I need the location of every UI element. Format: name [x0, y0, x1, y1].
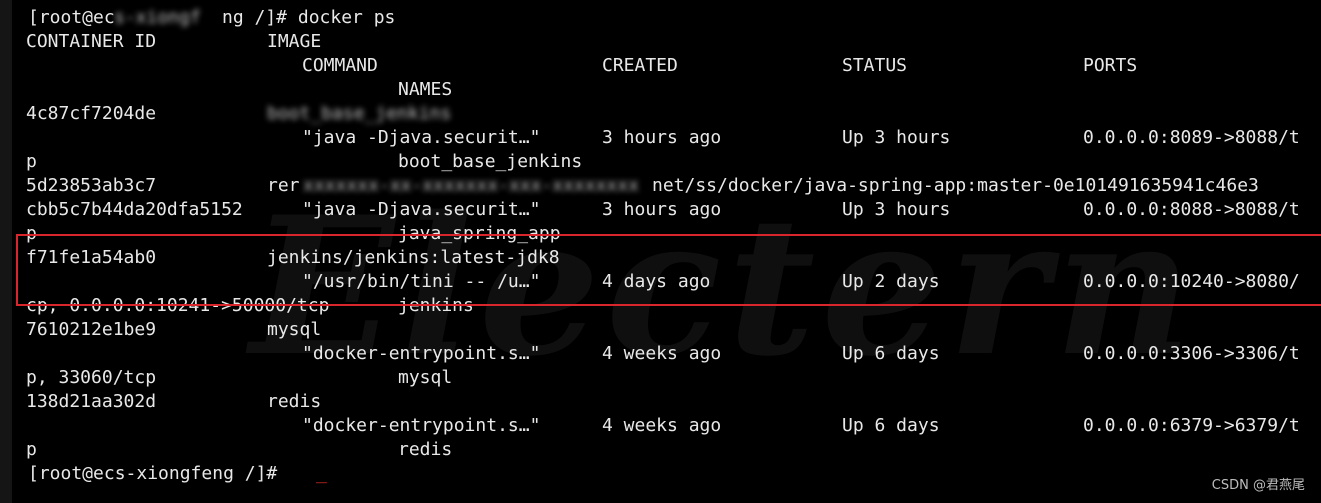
- container-names: redis: [398, 439, 453, 460]
- container-names: boot_base_jenkins: [398, 151, 583, 172]
- table-row: p boot_base_jenkins: [26, 150, 582, 174]
- container-ports-wrap: p: [26, 223, 37, 244]
- container-created: 4 weeks ago: [602, 415, 722, 436]
- table-row: 4c87cf7204de boot_base_jenkins: [26, 102, 451, 126]
- terminal-left-border: [0, 0, 12, 503]
- container-ports-wrap: p, 33060/tcp: [26, 367, 157, 388]
- container-command: "docker-entrypoint.s…": [302, 343, 541, 364]
- header-row-3: NAMES: [398, 78, 452, 102]
- container-image: mysql: [267, 319, 322, 340]
- container-id: 5d23853ab3c7: [26, 175, 157, 196]
- container-ports-wrap: cp, 0.0.0.0:10241->50000/tcp: [26, 295, 330, 316]
- container-image: redis: [267, 391, 322, 412]
- container-command: "/usr/bin/tini -- /u…": [302, 271, 541, 292]
- container-id: f71fe1a54ab0: [26, 247, 157, 268]
- prompt-line-final[interactable]: [root@ecs-xiongfeng /]# _: [28, 462, 327, 486]
- container-ports-wrap: p: [26, 439, 37, 460]
- container-ports: 0.0.0.0:6379->6379/t: [1083, 415, 1300, 436]
- container-id: 4c87cf7204de: [26, 103, 157, 124]
- container-command: "java -Djava.securit…": [302, 199, 541, 220]
- header-ports: PORTS: [1083, 55, 1138, 76]
- container-image: jenkins/jenkins:latest-jdk8: [267, 247, 560, 268]
- table-row: 5d23853ab3c7 rer xxxxxxx-xx-xxxxxxx-xxx-…: [26, 174, 1259, 198]
- table-row: 138d21aa302d redis: [26, 390, 321, 414]
- header-names: NAMES: [398, 79, 453, 100]
- cursor-caret: _: [316, 463, 327, 484]
- container-ports: 0.0.0.0:8088->8088/t: [1083, 199, 1300, 220]
- container-names: jenkins: [398, 295, 474, 316]
- table-row: p java_spring_app: [26, 222, 561, 246]
- container-names: java_spring_app: [398, 223, 561, 244]
- table-row: "/usr/bin/tini -- /u…" 4 days ago Up 2 d…: [302, 270, 1300, 294]
- container-created: 3 hours ago: [602, 199, 722, 220]
- prompt-redacted-host: s-xiongf: [114, 7, 201, 28]
- container-names: mysql: [398, 367, 453, 388]
- container-id: 7610212e1be9: [26, 319, 157, 340]
- table-row: f71fe1a54ab0 jenkins/jenkins:latest-jdk8: [26, 246, 560, 270]
- image-redacted: boot_base_jenkins: [267, 103, 452, 124]
- header-row-1: CONTAINER ID IMAGE: [26, 30, 321, 54]
- container-ports: 0.0.0.0:10240->8080/: [1083, 271, 1300, 292]
- prompt-text: [root@ec: [28, 7, 115, 28]
- table-row: "java -Djava.securit…" 3 hours ago Up 3 …: [302, 126, 1300, 150]
- image-prefix: rer: [267, 175, 300, 196]
- container-ports: 0.0.0.0:3306->3306/t: [1083, 343, 1300, 364]
- table-row: "docker-entrypoint.s…" 4 weeks ago Up 6 …: [302, 342, 1300, 366]
- container-created: 4 days ago: [602, 271, 711, 292]
- container-command: "docker-entrypoint.s…": [302, 415, 541, 436]
- header-row-2: COMMAND CREATED STATUS PORTS: [302, 54, 1137, 78]
- table-row: 7610212e1be9 mysql: [26, 318, 321, 342]
- table-row: cbb5c7b44da20dfa5152 "java -Djava.securi…: [26, 198, 1300, 222]
- container-command: "java -Djava.securit…": [302, 127, 541, 148]
- container-status: Up 6 days: [842, 415, 940, 436]
- image-suffix: net/ss/docker/java-spring-app:master-0e1…: [652, 175, 1259, 196]
- header-command: COMMAND: [302, 55, 378, 76]
- prompt-command: ng /]# docker ps: [222, 7, 396, 28]
- header-container-id: CONTAINER ID: [26, 31, 157, 52]
- header-status: STATUS: [842, 55, 908, 76]
- container-created: 4 weeks ago: [602, 343, 722, 364]
- container-status: Up 3 hours: [842, 127, 951, 148]
- table-row: p, 33060/tcp mysql: [26, 366, 452, 390]
- table-row: cp, 0.0.0.0:10241->50000/tcp jenkins: [26, 294, 474, 318]
- container-status: Up 3 hours: [842, 199, 951, 220]
- container-status: Up 2 days: [842, 271, 940, 292]
- header-image: IMAGE: [267, 31, 322, 52]
- header-created: CREATED: [602, 55, 678, 76]
- container-ports-wrap: p: [26, 151, 37, 172]
- container-status: Up 6 days: [842, 343, 940, 364]
- prompt-line-command: [root@ec s-xiongf ng /]# docker ps: [28, 6, 395, 30]
- credit-label: CSDN @君燕尾: [1211, 478, 1305, 493]
- container-id-wrap: cbb5c7b44da20dfa5152: [26, 199, 243, 220]
- prompt-text: [root@ecs-xiongfeng /]#: [28, 463, 289, 484]
- table-row: p redis: [26, 438, 452, 462]
- container-created: 3 hours ago: [602, 127, 722, 148]
- terminal-window[interactable]: Electern [root@ec s-xiongf ng /]# docker…: [0, 0, 1321, 503]
- container-ports: 0.0.0.0:8089->8088/t: [1083, 127, 1300, 148]
- container-id: 138d21aa302d: [26, 391, 157, 412]
- table-row: "docker-entrypoint.s…" 4 weeks ago Up 6 …: [302, 414, 1300, 438]
- image-redacted: xxxxxxx-xx-xxxxxxx-xxx-xxxxxxxx: [303, 175, 639, 196]
